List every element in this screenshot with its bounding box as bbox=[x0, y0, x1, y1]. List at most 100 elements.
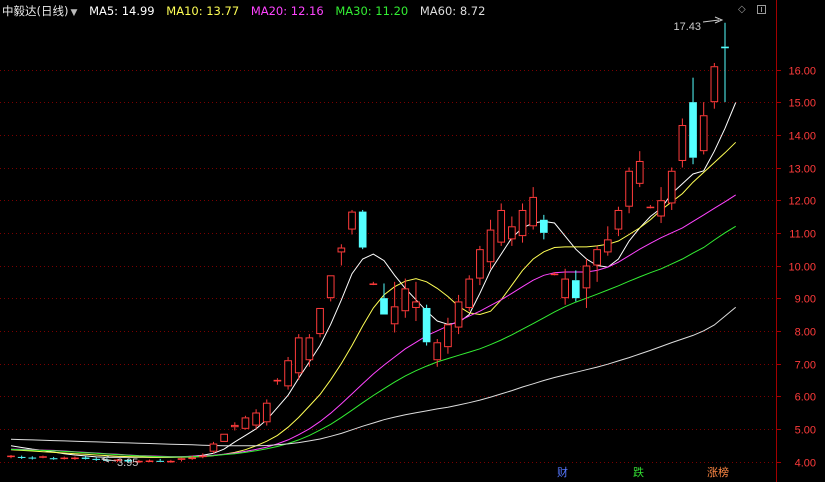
legend-bar: 中毅达(日线) ▼ MA5: 14.99 MA10: 13.77 MA20: 12… bbox=[2, 3, 493, 19]
candle-body bbox=[678, 125, 687, 161]
candle bbox=[326, 275, 335, 302]
candle-body bbox=[614, 209, 623, 230]
high-marker: 17.43 bbox=[673, 16, 724, 33]
candle bbox=[262, 399, 271, 426]
drop-tag[interactable]: 跌 bbox=[633, 464, 644, 480]
candle-body bbox=[657, 200, 665, 217]
ma10-value: MA10: 13.77 bbox=[166, 4, 240, 18]
candle bbox=[348, 209, 356, 235]
candle-body bbox=[454, 301, 463, 328]
candle-body bbox=[689, 102, 697, 158]
candle bbox=[60, 456, 69, 460]
candle bbox=[39, 455, 47, 459]
candle bbox=[486, 219, 495, 269]
candle-body bbox=[262, 402, 271, 423]
candle-body bbox=[433, 342, 442, 361]
candle bbox=[145, 459, 154, 463]
limit-up-tag[interactable]: 涨榜 bbox=[707, 464, 729, 480]
candle-body bbox=[465, 278, 474, 308]
tick-label: 13.00 bbox=[788, 164, 816, 176]
candle-body bbox=[220, 433, 228, 442]
candle-body bbox=[294, 337, 303, 374]
candle-body bbox=[444, 324, 452, 348]
candle bbox=[539, 214, 548, 240]
ma30-value: MA30: 11.20 bbox=[335, 4, 409, 18]
candle-body bbox=[699, 115, 708, 152]
ma20-line bbox=[10, 194, 736, 458]
diamond-icon[interactable]: ◇ bbox=[738, 5, 748, 15]
candle bbox=[593, 245, 601, 282]
candle bbox=[294, 334, 303, 380]
candle-body bbox=[145, 460, 154, 463]
tick-label: 10.00 bbox=[788, 262, 816, 274]
moving-average-lines bbox=[10, 102, 737, 458]
candle bbox=[380, 283, 388, 315]
candlestick-chart: 4.00 5.00 6.00 7.00 8.00 9.00 10.00 11.00 12.00 1… bbox=[0, 0, 816, 482]
candle-body bbox=[508, 226, 516, 240]
candle-body bbox=[7, 455, 15, 458]
candle bbox=[497, 203, 506, 246]
candle-body bbox=[348, 211, 356, 230]
tick-label: 11.00 bbox=[789, 229, 816, 241]
candle-body bbox=[241, 417, 250, 429]
candle-body bbox=[209, 443, 218, 452]
candle-body bbox=[230, 424, 239, 428]
candle-body bbox=[316, 307, 324, 335]
tick-label: 16.00 bbox=[788, 66, 816, 78]
candle bbox=[28, 456, 37, 460]
candle bbox=[71, 456, 79, 460]
candle bbox=[390, 281, 399, 333]
ma30-line bbox=[10, 225, 736, 458]
candle bbox=[571, 270, 580, 302]
candle-body bbox=[721, 46, 729, 49]
candle-body bbox=[358, 211, 367, 248]
candle-body bbox=[49, 458, 58, 460]
candle bbox=[198, 453, 207, 459]
low-marker: 3.95 bbox=[100, 455, 138, 469]
candle-body bbox=[412, 301, 420, 308]
candle-body bbox=[422, 307, 431, 343]
candle-body bbox=[710, 66, 719, 103]
candle-body bbox=[326, 275, 335, 299]
candles bbox=[7, 22, 729, 464]
candle-body bbox=[497, 209, 506, 243]
candle bbox=[220, 433, 228, 442]
ma5-line bbox=[10, 102, 737, 458]
high-price-label: 17.43 bbox=[673, 21, 701, 33]
candle-body bbox=[252, 412, 260, 426]
panel-toggle-icon[interactable] bbox=[757, 5, 766, 14]
tick-label: 5.00 bbox=[795, 425, 816, 437]
candle-body bbox=[518, 209, 527, 237]
candle-body bbox=[667, 170, 676, 204]
candle-body bbox=[273, 379, 282, 382]
candle bbox=[689, 77, 697, 165]
tick-label: 14.00 bbox=[788, 131, 816, 143]
tick-label: 7.00 bbox=[795, 360, 816, 372]
candle bbox=[252, 409, 260, 429]
candle bbox=[358, 209, 367, 250]
tick-label: 8.00 bbox=[795, 327, 816, 339]
candle bbox=[710, 62, 719, 109]
candle-body bbox=[81, 457, 90, 459]
candle bbox=[305, 334, 314, 367]
candle-body bbox=[177, 458, 186, 460]
candle-body bbox=[390, 306, 399, 325]
ma5-value: MA5: 14.99 bbox=[89, 4, 155, 18]
candle bbox=[476, 245, 484, 286]
stock-name[interactable]: 中毅达(日线) bbox=[2, 4, 68, 18]
dropdown-triangle-icon[interactable]: ▼ bbox=[70, 8, 77, 18]
candle-body bbox=[198, 455, 207, 458]
candle-body bbox=[476, 249, 484, 279]
candle bbox=[49, 456, 58, 460]
candle-body bbox=[603, 239, 612, 253]
candle-body bbox=[529, 196, 538, 227]
candle bbox=[412, 281, 420, 322]
candle bbox=[561, 268, 569, 305]
candle bbox=[209, 441, 218, 454]
ma60-line bbox=[10, 306, 737, 447]
candle bbox=[369, 281, 378, 286]
candle-body bbox=[550, 273, 559, 276]
candle-body bbox=[646, 206, 655, 209]
candle-body bbox=[156, 460, 165, 462]
finance-tag[interactable]: 财 bbox=[557, 464, 568, 480]
